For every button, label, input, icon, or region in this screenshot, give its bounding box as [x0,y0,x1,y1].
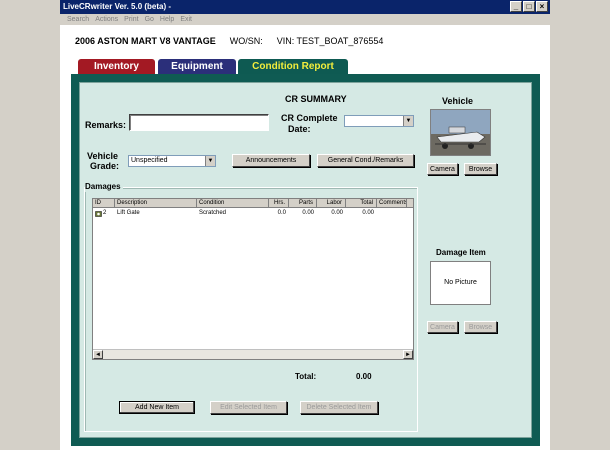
scroll-left-icon[interactable]: ◄ [93,350,103,359]
menu-help[interactable]: Help [157,14,177,25]
window-title: LiveCRwriter Ver. 5.0 (beta) - [63,2,172,11]
col-id[interactable]: ID [93,199,115,207]
edit-selected-item-button[interactable]: Edit Selected Item [210,401,287,414]
minimize-icon[interactable]: _ [510,1,522,12]
chevron-down-icon[interactable]: ▼ [403,116,413,126]
maximize-icon[interactable]: □ [523,1,535,12]
menu-exit[interactable]: Exit [177,14,195,25]
title-bar: LiveCRwriter Ver. 5.0 (beta) - _ □ × [60,0,550,14]
camera-icon [95,210,102,217]
col-condition[interactable]: Condition [197,199,269,207]
row-id-cell: 2 [93,208,115,218]
remarks-label: Remarks: [85,120,127,130]
vehicle-photo-title: Vehicle [442,96,474,106]
total-value: 0.00 [356,372,372,381]
delete-selected-item-button[interactable]: Delete Selected Item [300,401,378,414]
add-new-item-button[interactable]: Add New Item [119,401,195,414]
vehicle-title: 2006 ASTON MART V8 VANTAGE [75,36,216,46]
horizontal-scrollbar[interactable]: ◄ ► [93,349,413,359]
row-hrs: 0.0 [277,210,286,216]
vin-label: VIN: TEST_BOAT_876554 [276,36,384,46]
condition-report-panel: CR SUMMARY Remarks: CR Complete Date: ▼ … [71,74,540,446]
chevron-down-icon[interactable]: ▼ [205,156,215,166]
damages-table-header: ID Description Condition Hrs. Parts Labo… [93,199,413,208]
menu-print[interactable]: Print [121,14,141,25]
damage-browse-button[interactable]: Browse [464,321,497,333]
scroll-right-icon[interactable]: ► [403,350,413,359]
row-total: 0.00 [362,210,374,216]
cr-complete-date-label-2: Date: [288,124,311,134]
col-parts[interactable]: Parts [289,199,317,207]
vehicle-photo [430,109,491,156]
total-label: Total: [295,372,317,381]
vehicle-camera-button[interactable]: Camera [427,163,458,175]
menu-go[interactable]: Go [142,14,157,25]
damages-table[interactable]: ID Description Condition Hrs. Parts Labo… [92,198,414,360]
tab-equipment[interactable]: Equipment [158,59,236,74]
remarks-input[interactable] [129,114,269,131]
damage-camera-button[interactable]: Camera [427,321,458,333]
no-picture-text: No Picture [444,279,477,286]
tab-condition-report[interactable]: Condition Report [238,59,348,74]
damage-item-photo: No Picture [430,261,491,305]
row-description: Lift Gate [117,210,140,216]
vehicle-browse-button[interactable]: Browse [464,163,497,175]
boat-photo-icon [431,110,490,155]
cr-summary-title: CR SUMMARY [285,94,347,104]
menu-actions[interactable]: Actions [92,14,121,25]
vehicle-grade-select[interactable]: Unspecified ▼ [128,155,216,167]
row-labor: 0.00 [331,210,343,216]
row-condition: Scratched [199,210,227,216]
cr-complete-date-select[interactable]: ▼ [344,115,414,127]
damages-group-label: Damages [85,182,123,192]
col-total[interactable]: Total [346,199,377,207]
condition-report-content: CR SUMMARY Remarks: CR Complete Date: ▼ … [79,82,532,438]
vehicle-grade-value: Unspecified [131,157,168,164]
col-comments[interactable]: Comments [377,199,407,207]
row-comments [377,208,407,218]
close-icon[interactable]: × [536,1,548,12]
tab-inventory[interactable]: Inventory [78,59,155,74]
col-description[interactable]: Description [115,199,197,207]
general-cond-remarks-button[interactable]: General Cond./Remarks [317,154,414,167]
col-hrs[interactable]: Hrs. [269,199,289,207]
vehicle-grade-label-2: Grade: [90,161,120,171]
app-window: Search Actions Print Go Help Exit 2006 A… [60,14,550,450]
table-row[interactable]: 2 Lift Gate Scratched 0.0 0.00 0.00 0.00 [93,208,413,218]
menu-search[interactable]: Search [64,14,92,25]
cr-complete-date-label-1: CR Complete [281,113,338,123]
menu-bar: Search Actions Print Go Help Exit [60,14,550,25]
announcements-button[interactable]: Announcements [232,154,310,167]
wo-label: WO/SN: [229,36,263,46]
vehicle-grade-label-1: Vehicle [87,151,119,161]
row-parts: 0.00 [302,210,314,216]
vehicle-header: 2006 ASTON MART V8 VANTAGE WO/SN: VIN: T… [75,36,383,46]
col-labor[interactable]: Labor [317,199,346,207]
row-id: 2 [103,210,107,216]
damage-item-title: Damage Item [436,248,486,257]
